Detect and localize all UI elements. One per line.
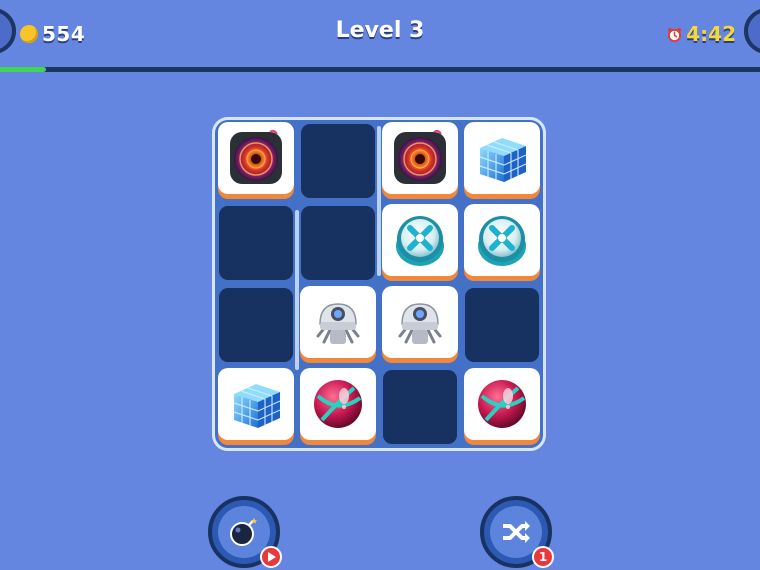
level-title: Level 3: [335, 18, 425, 43]
shuffle-icon: [503, 521, 530, 543]
red-ball-icon: [314, 380, 362, 428]
rubiks-cube-icon: [233, 384, 281, 428]
shuffle-powerup-badge: 1: [532, 546, 554, 568]
rubiks-cube-icon: [479, 138, 527, 182]
tile-speaker[interactable]: [382, 122, 458, 194]
board-slot-empty: [301, 206, 375, 280]
board-slot-empty: [219, 206, 293, 280]
play-icon: [267, 552, 276, 562]
board-wall: [377, 126, 381, 276]
board-slot-empty: [465, 288, 539, 362]
tile-robot[interactable]: [382, 286, 458, 358]
tile-cube[interactable]: [464, 122, 540, 194]
shuffle-powerup-button[interactable]: 1: [480, 496, 554, 568]
level-progress-fill: [0, 67, 46, 72]
x-ball-icon: [478, 216, 526, 266]
tile-x-ball[interactable]: [464, 204, 540, 276]
timer: 4:42: [667, 22, 736, 46]
speaker-icon: [394, 129, 446, 184]
bomb-icon: [230, 518, 257, 546]
timer-text: 4:42: [686, 22, 736, 46]
tile-robot[interactable]: [300, 286, 376, 358]
board-slot-empty: [301, 124, 375, 198]
tile-speaker[interactable]: [218, 122, 294, 194]
x-ball-icon: [396, 216, 444, 266]
tile-cube[interactable]: [218, 368, 294, 440]
bomb-powerup-button[interactable]: [208, 496, 282, 568]
speaker-icon: [230, 129, 282, 184]
tile-red-ball[interactable]: [300, 368, 376, 440]
board-wall: [295, 210, 299, 370]
board-slot-empty: [383, 370, 457, 444]
bomb-powerup-badge: [260, 546, 282, 568]
board-slot-empty: [219, 288, 293, 362]
tile-red-ball[interactable]: [464, 368, 540, 440]
tile-x-ball[interactable]: [382, 204, 458, 276]
game-board: [212, 117, 546, 451]
robot-icon: [316, 303, 360, 344]
robot-icon: [398, 303, 442, 344]
red-ball-icon: [478, 380, 526, 428]
alarm-clock-icon: [668, 27, 682, 42]
level-progress-bar: [0, 67, 760, 72]
